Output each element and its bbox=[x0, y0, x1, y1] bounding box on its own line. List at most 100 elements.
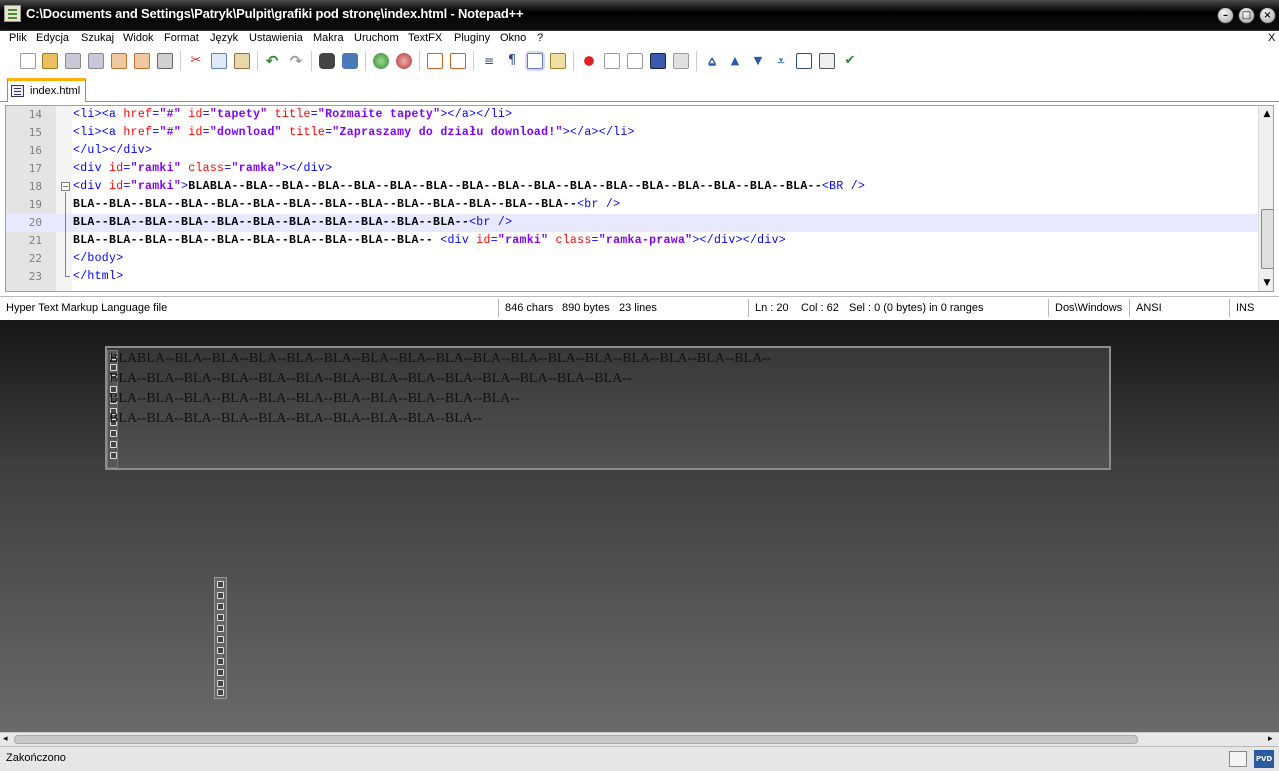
horizontal-scroll-thumb[interactable] bbox=[14, 735, 1138, 744]
menu-uruchom[interactable]: Uruchom bbox=[354, 32, 399, 44]
maximize-button[interactable]: □ bbox=[1238, 7, 1255, 24]
menu-ustawienia[interactable]: Ustawienia bbox=[249, 32, 303, 44]
spellcheck-icon[interactable]: ✔ bbox=[842, 53, 858, 69]
word-wrap-icon[interactable]: ≡ bbox=[481, 53, 497, 69]
indent-guide-icon[interactable] bbox=[527, 53, 543, 69]
line-code: <li><a href="#" id="tapety" title="Rozma… bbox=[73, 108, 513, 121]
close-document-button[interactable]: X bbox=[1268, 32, 1275, 44]
run-macro-multiple-icon[interactable] bbox=[650, 53, 666, 69]
toolbar-separator bbox=[365, 51, 366, 71]
menu-szukaj[interactable]: Szukaj bbox=[81, 32, 114, 44]
code-line[interactable]: 19 BLA--BLA--BLA--BLA--BLA--BLA--BLA--BL… bbox=[6, 196, 1258, 214]
browser-preview[interactable]: BLABLA--BLA--BLA--BLA--BLA--BLA--BLA--BL… bbox=[0, 320, 1279, 732]
horizontal-scrollbar[interactable]: ◂ ▸ bbox=[0, 732, 1279, 746]
move-up-icon[interactable]: ▲ bbox=[727, 53, 743, 69]
menu-textfx[interactable]: TextFX bbox=[408, 32, 442, 44]
zoom-in-icon[interactable] bbox=[373, 53, 389, 69]
line-code: </body> bbox=[73, 252, 124, 265]
find-icon[interactable] bbox=[319, 53, 335, 69]
print-preview-icon[interactable] bbox=[819, 53, 835, 69]
menu-widok[interactable]: Widok bbox=[123, 32, 154, 44]
record-macro-icon[interactable] bbox=[581, 53, 597, 69]
toolbar-separator bbox=[473, 51, 474, 71]
zoom-out-icon[interactable] bbox=[396, 53, 412, 69]
scroll-down-icon[interactable]: ▼ bbox=[1259, 275, 1273, 291]
title-bar[interactable]: C:\Documents and Settings\Patryk\Pulpit\… bbox=[0, 0, 1279, 31]
trim-icon[interactable]: ⩠ bbox=[704, 53, 720, 69]
replace-icon[interactable] bbox=[342, 53, 358, 69]
move-down-icon[interactable]: ▼ bbox=[750, 53, 766, 69]
close-all-icon[interactable] bbox=[134, 53, 150, 69]
code-line[interactable]: 15 <li><a href="#" id="download" title="… bbox=[6, 124, 1258, 142]
save-all-icon[interactable] bbox=[88, 53, 104, 69]
line-number: 20 bbox=[28, 216, 42, 229]
preview-text-line: BLA--BLA--BLA--BLA--BLA--BLA--BLA--BLA--… bbox=[109, 391, 520, 406]
fold-toggle-icon[interactable]: − bbox=[61, 182, 70, 191]
doc-map-icon[interactable] bbox=[550, 53, 566, 69]
play-macro-icon[interactable] bbox=[627, 53, 643, 69]
code-line[interactable]: 16 </ul></div> bbox=[6, 142, 1258, 160]
redo-icon[interactable]: ↷ bbox=[288, 53, 304, 69]
menu-pluginy[interactable]: Pluginy bbox=[454, 32, 490, 44]
scroll-left-icon[interactable]: ◂ bbox=[3, 733, 8, 746]
save-icon[interactable] bbox=[65, 53, 81, 69]
current-code-line[interactable]: 20 BLA--BLA--BLA--BLA--BLA--BLA--BLA--BL… bbox=[6, 214, 1258, 232]
blank-icon[interactable]: ⩡ bbox=[773, 53, 789, 69]
scroll-up-icon[interactable]: ▲ bbox=[1259, 106, 1273, 122]
menu-jezyk[interactable]: Język bbox=[210, 32, 238, 44]
line-number: 22 bbox=[28, 252, 42, 265]
print-icon[interactable] bbox=[157, 53, 173, 69]
scroll-thumb[interactable] bbox=[1261, 209, 1273, 269]
line-code: <div id="ramki" class="ramka"></div> bbox=[73, 162, 333, 175]
menu-okno[interactable]: Okno bbox=[500, 32, 526, 44]
broken-image-icon bbox=[110, 430, 117, 437]
code-line[interactable]: 17 <div id="ramki" class="ramka"></div> bbox=[6, 160, 1258, 178]
broken-image-icon bbox=[217, 581, 224, 588]
sync-h-icon[interactable] bbox=[450, 53, 466, 69]
vertical-scrollbar[interactable]: ▲ ▼ bbox=[1258, 106, 1273, 291]
undo-icon[interactable]: ↶ bbox=[264, 53, 280, 69]
code-line[interactable]: 22 </body> bbox=[6, 250, 1258, 268]
code-line[interactable]: 23 </html> bbox=[6, 268, 1258, 286]
char-count: 846 chars bbox=[505, 302, 554, 314]
line-number: 15 bbox=[28, 126, 42, 139]
show-all-chars-icon[interactable]: ¶ bbox=[504, 53, 520, 69]
paste-icon[interactable] bbox=[234, 53, 250, 69]
scroll-right-icon[interactable]: ▸ bbox=[1268, 733, 1273, 746]
menu-edycja[interactable]: Edycja bbox=[36, 32, 69, 44]
close-button[interactable]: × bbox=[1259, 7, 1276, 24]
broken-image-icon bbox=[217, 592, 224, 599]
stop-record-icon[interactable] bbox=[604, 53, 620, 69]
cut-icon[interactable]: ✂ bbox=[188, 53, 204, 69]
sync-v-icon[interactable] bbox=[427, 53, 443, 69]
encoding: ANSI bbox=[1136, 302, 1162, 314]
toolbar-separator bbox=[573, 51, 574, 71]
preview-text-line: BLA--BLA--BLA--BLA--BLA--BLA--BLA--BLA--… bbox=[109, 411, 483, 426]
broken-image-icon bbox=[217, 625, 224, 632]
line-number: 19 bbox=[28, 198, 42, 211]
save-macro-icon[interactable] bbox=[673, 53, 689, 69]
menu-help[interactable]: ? bbox=[537, 32, 543, 44]
menu-plik[interactable]: Plik bbox=[9, 32, 27, 44]
console-icon[interactable] bbox=[796, 53, 812, 69]
toolbar-separator bbox=[257, 51, 258, 71]
code-line[interactable]: 14 <li><a href="#" id="tapety" title="Ro… bbox=[6, 106, 1258, 124]
minimize-button[interactable]: – bbox=[1217, 7, 1234, 24]
copy-icon[interactable] bbox=[211, 53, 227, 69]
notepad-app-icon[interactable] bbox=[4, 5, 21, 22]
code-editor[interactable]: 14 <li><a href="#" id="tapety" title="Ro… bbox=[5, 105, 1274, 292]
open-file-icon[interactable] bbox=[42, 53, 58, 69]
close-icon[interactable] bbox=[111, 53, 127, 69]
broken-image-icon bbox=[217, 647, 224, 654]
insert-mode: INS bbox=[1236, 302, 1255, 314]
pvd-icon[interactable]: PVD bbox=[1254, 750, 1274, 768]
new-file-icon[interactable] bbox=[20, 53, 36, 69]
status-divider bbox=[1129, 299, 1130, 317]
code-line[interactable]: 18 <div id="ramki">BLABLA--BLA--BLA--BLA… bbox=[6, 178, 1258, 196]
code-line[interactable]: 21 BLA--BLA--BLA--BLA--BLA--BLA--BLA--BL… bbox=[6, 232, 1258, 250]
tab-index-html[interactable]: index.html bbox=[7, 78, 86, 102]
menu-format[interactable]: Format bbox=[164, 32, 199, 44]
line-number: 18 bbox=[28, 180, 42, 193]
speech-bubble-icon[interactable] bbox=[1229, 751, 1247, 767]
menu-makra[interactable]: Makra bbox=[313, 32, 344, 44]
